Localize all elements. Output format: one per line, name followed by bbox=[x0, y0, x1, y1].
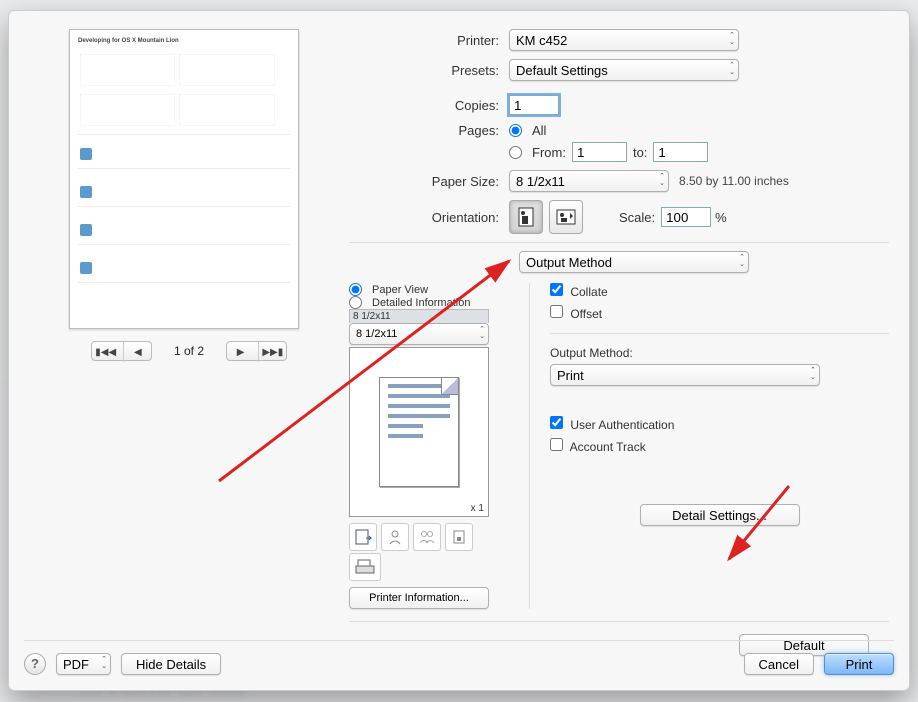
offset-label: Offset bbox=[570, 307, 602, 321]
offset-checkbox[interactable] bbox=[550, 305, 563, 318]
output-lock-icon[interactable] bbox=[445, 523, 473, 551]
cancel-button[interactable]: Cancel bbox=[744, 653, 814, 675]
pages-all-text: All bbox=[532, 123, 546, 138]
detail-settings-button[interactable]: Detail Settings... bbox=[640, 504, 800, 526]
landscape-icon bbox=[556, 208, 576, 226]
collate-checkbox[interactable] bbox=[550, 283, 563, 296]
printer-select[interactable]: KM c452 bbox=[509, 29, 739, 51]
output-group-icon[interactable] bbox=[413, 523, 441, 551]
pages-from-radio[interactable] bbox=[509, 146, 522, 159]
paper-view-radio[interactable] bbox=[349, 283, 362, 296]
output-page-icon[interactable] bbox=[349, 523, 377, 551]
collate-label: Collate bbox=[570, 285, 607, 299]
output-method-select[interactable]: Print bbox=[550, 364, 820, 386]
output-printer-icon[interactable] bbox=[349, 553, 381, 581]
orientation-portrait-button[interactable] bbox=[509, 200, 543, 234]
paper-size-hint: 8.50 by 11.00 inches bbox=[679, 174, 789, 188]
output-user-icon[interactable] bbox=[381, 523, 409, 551]
copies-label: Copies: bbox=[349, 98, 509, 113]
scale-input[interactable] bbox=[661, 207, 711, 227]
prev-page-button[interactable]: ◀ bbox=[123, 342, 151, 362]
pages-from-input[interactable] bbox=[572, 142, 627, 162]
scale-label: Scale: bbox=[619, 210, 655, 225]
account-track-label: Account Track bbox=[570, 440, 646, 454]
bottom-bar: ? PDF Hide Details Cancel Print bbox=[24, 640, 894, 675]
pages-label: Pages: bbox=[349, 123, 509, 138]
paper-view-label: Paper View bbox=[372, 284, 428, 296]
pages-to-text: to: bbox=[633, 145, 647, 160]
pages-from-text: From: bbox=[532, 145, 566, 160]
help-button[interactable]: ? bbox=[24, 653, 46, 675]
section-select[interactable]: Output Method bbox=[519, 251, 749, 273]
next-page-button[interactable]: ▶ bbox=[227, 342, 255, 362]
print-dialog-sheet: Developing for OS X Mountain Lion ▮◀◀ ◀ … bbox=[8, 10, 910, 691]
page-indicator: 1 of 2 bbox=[174, 344, 204, 358]
hide-details-button[interactable]: Hide Details bbox=[121, 653, 221, 675]
pages-to-input[interactable] bbox=[653, 142, 708, 162]
orientation-label: Orientation: bbox=[349, 210, 509, 225]
user-auth-checkbox[interactable] bbox=[550, 416, 563, 429]
presets-select[interactable]: Default Settings bbox=[509, 59, 739, 81]
paper-view-thumb: x 1 bbox=[349, 347, 489, 517]
printer-information-button[interactable]: Printer Information... bbox=[349, 587, 489, 609]
first-page-button[interactable]: ▮◀◀ bbox=[92, 342, 120, 362]
paper-size-label: Paper Size: bbox=[349, 174, 509, 189]
pages-all-radio[interactable] bbox=[509, 124, 522, 137]
last-page-button[interactable]: ▶▶▮ bbox=[258, 342, 286, 362]
preview-pager: ▮◀◀ ◀ 1 of 2 ▶ ▶▶▮ bbox=[69, 341, 309, 361]
pdf-menu[interactable]: PDF bbox=[56, 653, 111, 675]
paper-tray-select[interactable]: 8 1/2x11 bbox=[349, 323, 489, 345]
detailed-info-label: Detailed Information bbox=[372, 297, 470, 309]
account-track-checkbox[interactable] bbox=[550, 438, 563, 451]
preview-panel: Developing for OS X Mountain Lion ▮◀◀ ◀ … bbox=[69, 29, 309, 361]
output-method-label: Output Method: bbox=[550, 346, 889, 360]
copies-input[interactable] bbox=[509, 95, 559, 115]
page-preview: Developing for OS X Mountain Lion bbox=[69, 29, 299, 329]
output-preview-panel: Paper View Detailed Information 8 1/2x11… bbox=[349, 283, 509, 609]
user-auth-label: User Authentication bbox=[570, 418, 674, 432]
portrait-icon bbox=[517, 207, 535, 227]
presets-label: Presets: bbox=[349, 63, 509, 78]
copies-multi-label: x 1 bbox=[471, 503, 484, 514]
orientation-landscape-button[interactable] bbox=[549, 200, 583, 234]
printer-label: Printer: bbox=[349, 33, 509, 48]
preview-title: Developing for OS X Mountain Lion bbox=[78, 38, 290, 44]
detailed-info-radio[interactable] bbox=[349, 296, 362, 309]
paper-label-bar: 8 1/2x11 bbox=[349, 309, 489, 323]
scale-percent: % bbox=[715, 210, 727, 225]
print-button[interactable]: Print bbox=[824, 653, 894, 675]
paper-size-select[interactable]: 8 1/2x11 bbox=[509, 170, 669, 192]
print-form: Printer: KM c452 Presets: Default Settin… bbox=[349, 29, 889, 656]
